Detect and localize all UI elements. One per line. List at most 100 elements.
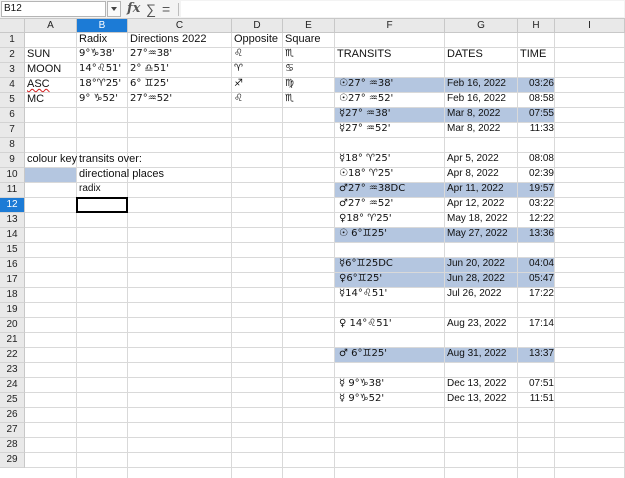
time-cell[interactable]: 08:08 [518, 153, 557, 164]
formula-icon[interactable]: = [162, 0, 170, 18]
time-cell[interactable]: 13:37 [518, 348, 557, 359]
radix-label[interactable]: radix [77, 183, 101, 194]
header-square[interactable]: Square [283, 33, 320, 45]
point-square[interactable]: ♋ [283, 63, 294, 74]
transit-cell[interactable]: ♀ 14°♌51' [337, 318, 392, 329]
transit-cell[interactable]: ♀18° ♈25' [337, 213, 392, 224]
time-cell[interactable]: 04:04 [518, 258, 557, 269]
transit-cell[interactable]: ☿ 9°♑38' [337, 378, 384, 389]
cell-grid[interactable]: Radix Directions 2022 Opposite Square SU… [25, 33, 625, 478]
time-cell[interactable]: 19:57 [518, 183, 557, 194]
date-cell[interactable]: Mar 8, 2022 [445, 108, 500, 119]
time-cell[interactable]: 17:14 [518, 318, 557, 329]
active-cell-cursor[interactable] [76, 197, 128, 213]
transit-cell[interactable]: ☿14°♌51' [337, 288, 387, 299]
row-header-28[interactable]: 28 [0, 438, 25, 453]
transits-header[interactable]: TRANSITS [335, 48, 391, 60]
time-cell[interactable]: 05:47 [518, 273, 557, 284]
date-cell[interactable]: Apr 11, 2022 [445, 183, 504, 194]
row-header-27[interactable]: 27 [0, 423, 25, 438]
row-header-11[interactable]: 11 [0, 183, 25, 198]
date-cell[interactable]: Feb 16, 2022 [445, 78, 506, 89]
formula-input[interactable] [181, 1, 624, 17]
date-cell[interactable]: Aug 23, 2022 [445, 318, 507, 329]
colour-key-label[interactable]: colour key [25, 153, 77, 165]
date-cell[interactable]: Apr 5, 2022 [445, 153, 499, 164]
time-cell[interactable]: 07:51 [518, 378, 557, 389]
point-radix[interactable]: 14°♌51' [77, 63, 121, 74]
transit-cell[interactable]: ☿27° ♒52' [337, 123, 390, 134]
transit-cell[interactable]: ☿6°♊25DC [337, 258, 393, 269]
header-radix[interactable]: Radix [77, 33, 107, 45]
row-header-2[interactable]: 2 [0, 48, 25, 63]
point-square[interactable]: ♍ [283, 78, 294, 89]
point-opposite[interactable]: ♌ [232, 48, 243, 59]
row-header-20[interactable]: 20 [0, 318, 25, 333]
function-wizard-icon[interactable]: fx [127, 0, 140, 18]
date-cell[interactable]: Mar 8, 2022 [445, 123, 500, 134]
row-header-8[interactable]: 8 [0, 138, 25, 153]
header-opposite[interactable]: Opposite [232, 33, 278, 45]
row-header-7[interactable]: 7 [0, 123, 25, 138]
name-box-dropdown-icon[interactable] [107, 1, 121, 17]
row-header-16[interactable]: 16 [0, 258, 25, 273]
row-header-25[interactable]: 25 [0, 393, 25, 408]
point-radix[interactable]: 18°♈25' [77, 78, 121, 89]
row-header-24[interactable]: 24 [0, 378, 25, 393]
date-cell[interactable]: Apr 12, 2022 [445, 198, 504, 209]
row-header-6[interactable]: 6 [0, 108, 25, 123]
time-cell[interactable]: 08:58 [518, 93, 557, 104]
column-header-i[interactable]: I [555, 19, 625, 33]
row-header-22[interactable]: 22 [0, 348, 25, 363]
row-header-15[interactable]: 15 [0, 243, 25, 258]
point-directions[interactable]: 2° ♎51' [128, 63, 169, 74]
point-directions[interactable]: 27°♒38' [128, 48, 172, 59]
column-header-f[interactable]: F [335, 19, 445, 33]
row-header-9[interactable]: 9 [0, 153, 25, 168]
point-opposite[interactable]: ♐ [232, 78, 243, 89]
sum-icon[interactable]: ∑ [146, 0, 156, 18]
row-header-19[interactable]: 19 [0, 303, 25, 318]
point-radix[interactable]: 9° ♑52' [77, 93, 118, 104]
time-cell[interactable]: 12:22 [518, 213, 557, 224]
point-opposite[interactable]: ♈ [232, 63, 243, 74]
time-cell[interactable]: 07:55 [518, 108, 557, 119]
transit-cell[interactable]: ♂27° ♒38DC [337, 183, 405, 194]
date-cell[interactable]: Feb 16, 2022 [445, 93, 506, 104]
row-header-3[interactable]: 3 [0, 63, 25, 78]
time-cell[interactable]: 03:22 [518, 198, 557, 209]
point-directions[interactable]: 27°♒52' [128, 93, 172, 104]
name-box[interactable]: B12 [1, 1, 106, 17]
date-cell[interactable]: Jul 26, 2022 [445, 288, 502, 299]
date-cell[interactable]: Aug 31, 2022 [445, 348, 507, 359]
column-header-e[interactable]: E [283, 19, 335, 33]
transit-cell[interactable]: ☿ 9°♑52' [337, 393, 384, 404]
column-header-a[interactable]: A [25, 19, 77, 33]
directional-places-label[interactable]: directional places [77, 168, 164, 180]
column-header-g[interactable]: G [445, 19, 518, 33]
time-cell[interactable]: 02:39 [518, 168, 557, 179]
transit-cell[interactable]: ♂ 6°♊25' [337, 348, 387, 359]
time-cell[interactable]: 03:26 [518, 78, 557, 89]
transit-cell[interactable]: ♀6°♊25' [337, 273, 382, 284]
row-header-17[interactable]: 17 [0, 273, 25, 288]
row-header-10[interactable]: 10 [0, 168, 25, 183]
point-square[interactable]: ♏ [283, 93, 294, 104]
point-directions[interactable]: 6° ♊25' [128, 78, 169, 89]
row-header-13[interactable]: 13 [0, 213, 25, 228]
point-square[interactable]: ♏ [283, 48, 294, 59]
time-header[interactable]: TIME [518, 48, 546, 60]
point-name[interactable]: MC [25, 93, 44, 105]
row-header-29[interactable]: 29 [0, 453, 25, 468]
row-header-12[interactable]: 12 [0, 198, 25, 213]
row-header-14[interactable]: 14 [0, 228, 25, 243]
time-cell[interactable]: 13:36 [518, 228, 557, 239]
date-cell[interactable]: Jun 20, 2022 [445, 258, 505, 269]
row-header-1[interactable]: 1 [0, 33, 25, 48]
select-all-corner[interactable] [0, 19, 25, 33]
row-header-26[interactable]: 26 [0, 408, 25, 423]
column-header-h[interactable]: H [518, 19, 555, 33]
dates-header[interactable]: DATES [445, 48, 483, 60]
date-cell[interactable]: May 27, 2022 [445, 228, 508, 239]
transits-over-label[interactable]: transits over: [77, 153, 142, 165]
